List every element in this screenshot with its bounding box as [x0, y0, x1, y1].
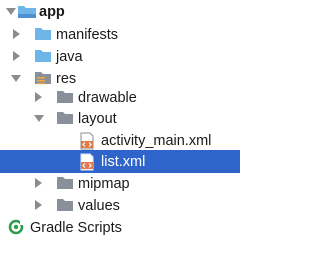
expand-arrow-icon[interactable]: [34, 115, 44, 122]
collapsed-arrow-icon[interactable]: [35, 200, 42, 210]
tree-item-label: Gradle Scripts: [30, 220, 122, 236]
tree-item-label: activity_main.xml: [101, 133, 212, 149]
tree-item-label: manifests: [56, 27, 119, 43]
tree-item-manifests[interactable]: manifests: [0, 23, 240, 46]
expand-arrow-icon[interactable]: [11, 75, 21, 82]
tree-item-app[interactable]: app: [0, 0, 240, 23]
folder-icon: [56, 110, 74, 129]
tree-item-label: values: [78, 198, 120, 214]
folder-icon: [56, 197, 74, 216]
tree-item-label: layout: [78, 111, 117, 127]
tree-item-activity-main-xml[interactable]: activity_main.xml: [0, 129, 240, 152]
collapsed-arrow-icon[interactable]: [35, 92, 42, 102]
folder-icon: [34, 48, 52, 67]
project-tree: app manifests java res drawable layout a…: [0, 0, 240, 264]
tree-item-gradle-scripts[interactable]: Gradle Scripts: [0, 216, 240, 239]
collapsed-arrow-icon[interactable]: [35, 178, 42, 188]
tree-item-label: list.xml: [101, 154, 146, 170]
tree-item-java[interactable]: java: [0, 45, 240, 68]
expand-arrow-icon[interactable]: [6, 8, 16, 15]
folder-icon: [56, 175, 74, 194]
collapsed-arrow-icon[interactable]: [13, 51, 20, 61]
gradle-icon: [8, 219, 24, 239]
folder-icon: [34, 26, 52, 45]
tree-item-label: java: [56, 49, 83, 65]
tree-item-drawable[interactable]: drawable: [0, 86, 240, 109]
folder-icon: [56, 89, 74, 108]
tree-item-label: drawable: [78, 90, 137, 106]
tree-item-label: app: [39, 4, 65, 20]
tree-item-list-xml[interactable]: list.xml: [0, 150, 240, 173]
tree-item-values[interactable]: values: [0, 194, 240, 217]
collapsed-arrow-icon[interactable]: [13, 29, 20, 39]
module-folder-icon: [17, 3, 37, 23]
tree-item-label: mipmap: [78, 176, 130, 192]
tree-item-layout[interactable]: layout: [0, 107, 240, 130]
tree-item-mipmap[interactable]: mipmap: [0, 172, 240, 195]
